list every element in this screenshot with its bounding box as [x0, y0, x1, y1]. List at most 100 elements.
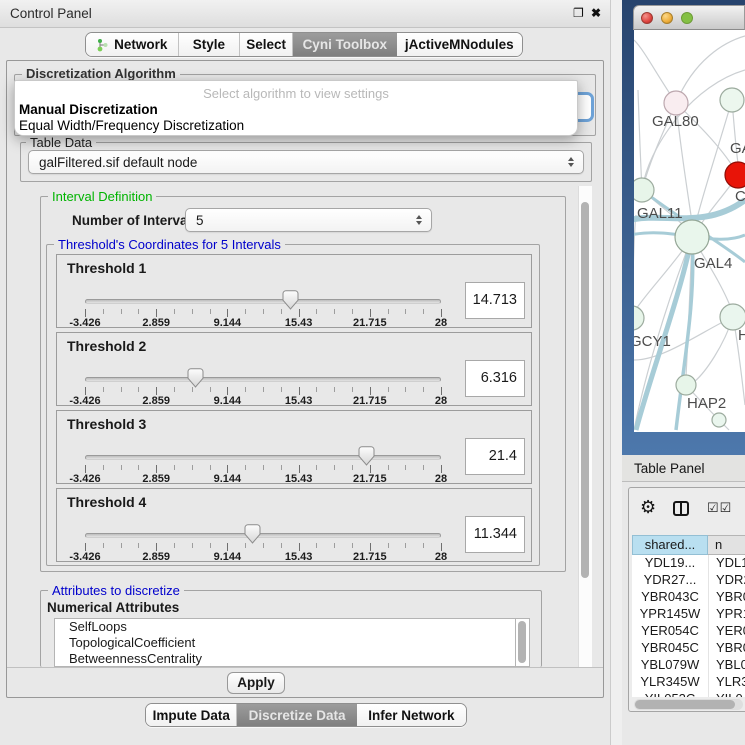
threshold-value-field[interactable]: 14.713: [465, 282, 525, 319]
node-gal4[interactable]: [675, 220, 709, 254]
number-of-intervals-combobox[interactable]: 5: [185, 208, 432, 232]
cell-shared-name[interactable]: YLR345W: [632, 674, 708, 691]
cell-shared-name[interactable]: YBL079W: [632, 657, 708, 674]
cell-name[interactable]: YDR2: [708, 572, 745, 589]
node-selected-red[interactable]: [725, 162, 745, 188]
attribute-list-item[interactable]: SelfLoops: [55, 619, 515, 635]
table-row[interactable]: YIL052CYIL0: [632, 691, 745, 697]
node-table[interactable]: YDL19...YDL1YDR27...YDR2YBR043CYBR0YPR14…: [632, 555, 745, 697]
slider-track[interactable]: [85, 299, 441, 304]
slider-track[interactable]: [85, 377, 441, 382]
tab-jactivemnodules[interactable]: jActiveMNodules: [397, 33, 522, 56]
table-row[interactable]: YDR27...YDR2: [632, 572, 745, 589]
attribute-list-item[interactable]: TopologicalCoefficient: [55, 635, 515, 651]
table-row[interactable]: YER054CYER0: [632, 623, 745, 640]
threshold-value-field[interactable]: 6.316: [465, 360, 525, 397]
cell-name[interactable]: YER0: [708, 623, 745, 640]
mac-close-icon[interactable]: [641, 12, 653, 24]
minor-tick: [174, 387, 175, 392]
tab-impute-data[interactable]: Impute Data: [146, 704, 237, 726]
cell-name[interactable]: YDL1: [708, 555, 745, 572]
cell-name[interactable]: YBR0: [708, 589, 745, 606]
tick-label: 28: [435, 473, 447, 485]
minor-tick: [316, 465, 317, 470]
node-gal80[interactable]: [664, 91, 688, 115]
algorithm-item-manual[interactable]: Manual Discretization: [19, 102, 158, 117]
major-tick: [441, 387, 442, 395]
attribute-list-item[interactable]: BetweennessCentrality: [55, 651, 515, 667]
slider-thumb[interactable]: [282, 290, 299, 310]
threshold-value-field[interactable]: 11.344: [465, 516, 525, 553]
table-hscrollbar-thumb[interactable]: [635, 700, 735, 709]
tick-label: 15.43: [285, 473, 313, 485]
node-label-c: C: [735, 188, 745, 205]
cell-shared-name[interactable]: YIL052C: [632, 691, 708, 697]
cell-shared-name[interactable]: YDL19...: [632, 555, 708, 572]
slider-track[interactable]: [85, 455, 441, 460]
select-columns-icons[interactable]: ☑☑: [707, 500, 732, 516]
cell-name[interactable]: YIL0: [708, 691, 745, 697]
node-hap2[interactable]: [676, 375, 696, 395]
table-column-name[interactable]: n: [708, 535, 745, 555]
table-row[interactable]: YBR043CYBR0: [632, 589, 745, 606]
cell-name[interactable]: YBL0: [708, 657, 745, 674]
algorithm-item-equal-width[interactable]: Equal Width/Frequency Discretization: [19, 118, 244, 133]
cell-shared-name[interactable]: YPR145W: [632, 606, 708, 623]
threshold-label: Threshold 4: [67, 494, 146, 510]
tab-discretize-data[interactable]: Discretize Data: [237, 704, 356, 726]
minor-tick: [138, 309, 139, 314]
cell-shared-name[interactable]: YER054C: [632, 623, 708, 640]
tab-cyni-toolbox[interactable]: Cyni Toolbox: [293, 33, 397, 56]
tick-label: 2.859: [142, 395, 170, 407]
cell-shared-name[interactable]: YDR27...: [632, 572, 708, 589]
numerical-attributes-list[interactable]: SelfLoopsTopologicalCoefficientBetweenne…: [54, 618, 516, 667]
gear-icon[interactable]: ⚙: [640, 497, 656, 518]
cell-shared-name[interactable]: YBR045C: [632, 640, 708, 657]
attributes-list-scrollbar[interactable]: [516, 618, 530, 667]
minor-tick: [334, 543, 335, 548]
minor-tick: [352, 387, 353, 392]
network-window-titlebar[interactable]: [633, 5, 745, 30]
mac-zoom-icon[interactable]: [681, 12, 693, 24]
table-row[interactable]: YLR345WYLR3: [632, 674, 745, 691]
algorithm-prompt-item[interactable]: Select algorithm to view settings: [15, 86, 577, 101]
tab-network[interactable]: Network: [86, 33, 179, 56]
table-row[interactable]: YBR045CYBR0: [632, 640, 745, 657]
tab-infer-network[interactable]: Infer Network: [357, 704, 466, 726]
cell-name[interactable]: YPR1: [708, 606, 745, 623]
table-row[interactable]: YPR145WYPR1: [632, 606, 745, 623]
tick-label: -3.426: [69, 551, 100, 563]
tick-label: 21.715: [353, 473, 387, 485]
split-columns-icon[interactable]: [673, 501, 689, 516]
minor-tick: [121, 465, 122, 470]
table-column-shared-name[interactable]: shared...: [632, 535, 708, 555]
apply-button[interactable]: Apply: [227, 672, 285, 694]
mac-minimize-icon[interactable]: [661, 12, 673, 24]
float-window-icon[interactable]: ❐: [573, 6, 584, 20]
tab-select[interactable]: Select: [240, 33, 293, 56]
network-view-canvas[interactable]: GAL80 GA C GAL11 GAL4 GCY1 H HAP2: [634, 30, 745, 432]
close-window-icon[interactable]: ✖: [591, 6, 601, 20]
tab-style[interactable]: Style: [179, 33, 241, 56]
cell-name[interactable]: YLR3: [708, 674, 745, 691]
cell-shared-name[interactable]: YBR043C: [632, 589, 708, 606]
slider-thumb[interactable]: [244, 524, 261, 544]
node-small[interactable]: [712, 413, 726, 427]
network-graph: GAL80 GA C GAL11 GAL4 GCY1 H HAP2: [634, 30, 745, 432]
slider-thumb[interactable]: [358, 446, 375, 466]
slider-track[interactable]: [85, 533, 441, 538]
threshold-value-field[interactable]: 21.4: [465, 438, 525, 475]
settings-scrollbar-thumb[interactable]: [581, 202, 589, 578]
table-hscrollbar[interactable]: [634, 699, 743, 710]
cell-name[interactable]: YBR0: [708, 640, 745, 657]
attributes-scrollbar-thumb[interactable]: [518, 621, 526, 663]
table-row[interactable]: YDL19...YDL1: [632, 555, 745, 572]
node-ga[interactable]: [720, 88, 744, 112]
node-gal11[interactable]: [634, 178, 654, 202]
table-data-combobox[interactable]: galFiltered.sif default node: [28, 150, 584, 174]
node-gcy1[interactable]: [634, 306, 644, 330]
table-row[interactable]: YBL079WYBL0: [632, 657, 745, 674]
panel-divider[interactable]: [610, 0, 622, 745]
slider-thumb[interactable]: [187, 368, 204, 388]
settings-scrollbar[interactable]: [578, 186, 592, 667]
